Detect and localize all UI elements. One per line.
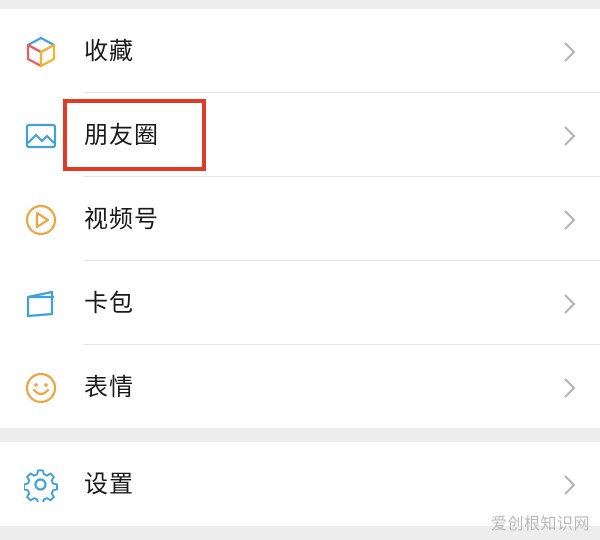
menu-item-favorites[interactable]: 收藏 <box>0 9 600 93</box>
menu-item-label: 卡包 <box>84 289 134 317</box>
menu-item-label: 设置 <box>84 470 134 498</box>
menu-item-label: 朋友圈 <box>84 121 159 149</box>
sticker-smiley-icon <box>24 371 58 405</box>
menu-item-label: 表情 <box>84 373 134 401</box>
card-wallet-icon <box>24 287 58 321</box>
favorites-cube-icon <box>24 35 58 69</box>
menu-item-card-wallet[interactable]: 卡包 <box>0 261 600 345</box>
chevron-right-icon <box>562 125 576 147</box>
chevron-right-icon <box>562 293 576 315</box>
watermark-text: 爱创根知识网 <box>490 514 590 533</box>
channels-play-icon <box>24 203 58 237</box>
chevron-right-icon <box>562 41 576 63</box>
settings-gear-icon <box>24 468 58 502</box>
menu-item-label: 收藏 <box>84 37 134 65</box>
menu-group-main: 收藏 朋友圈 视频号 卡包 表情 <box>0 9 600 428</box>
moments-photo-icon <box>24 119 58 153</box>
chevron-right-icon <box>562 377 576 399</box>
menu-item-stickers[interactable]: 表情 <box>0 345 600 429</box>
menu-item-moments[interactable]: 朋友圈 <box>0 93 600 177</box>
menu-item-label: 视频号 <box>84 205 159 233</box>
chevron-right-icon <box>562 209 576 231</box>
chevron-right-icon <box>562 474 576 496</box>
menu-item-channels[interactable]: 视频号 <box>0 177 600 261</box>
